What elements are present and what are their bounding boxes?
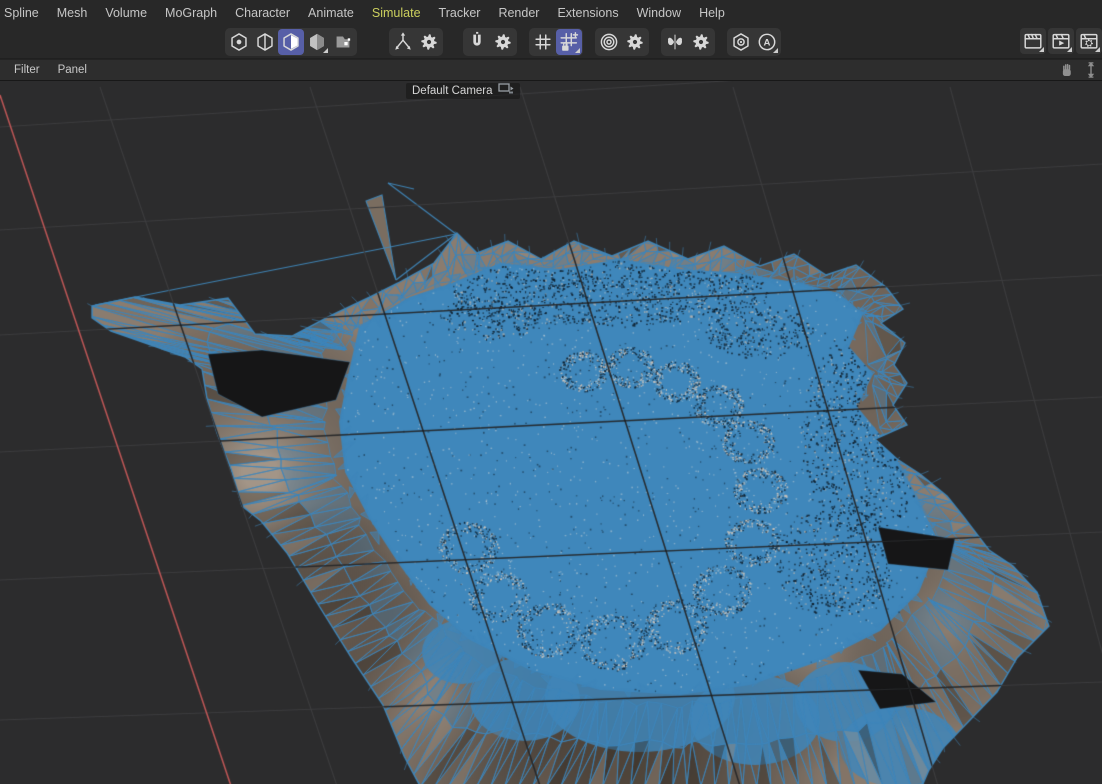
toolbar: A <box>0 26 1102 59</box>
menu-item-animate[interactable]: Animate <box>299 0 363 26</box>
toolbar-groups: A <box>225 28 781 56</box>
menu-item-mesh[interactable]: Mesh <box>48 0 97 26</box>
snap-toggle-button[interactable] <box>464 29 490 55</box>
render-picture-viewer-button[interactable] <box>1048 28 1074 54</box>
symmetry-toggle-button[interactable] <box>662 29 688 55</box>
points-mode-button[interactable] <box>226 29 252 55</box>
menu-bar: SplineMeshVolumeMoGraphCharacterAnimateS… <box>0 0 1102 26</box>
toolbar-group-coords <box>389 28 443 56</box>
gear-icon <box>418 31 440 53</box>
circles-icon <box>598 31 620 53</box>
menu-item-volume[interactable]: Volume <box>96 0 156 26</box>
render-buttons-group <box>1020 28 1102 54</box>
polygons-mode-button[interactable] <box>278 29 304 55</box>
render-settings-icon <box>1078 30 1100 52</box>
menu-item-window[interactable]: Window <box>628 0 690 26</box>
menu-item-render[interactable]: Render <box>489 0 548 26</box>
menu-item-extensions[interactable]: Extensions <box>548 0 627 26</box>
gear-icon <box>690 31 712 53</box>
falloff-rings-button[interactable] <box>596 29 622 55</box>
toolbar-group-falloff <box>595 28 649 56</box>
gear-icon <box>492 31 514 53</box>
grid-icon <box>532 31 554 53</box>
annotate-a-icon: A <box>756 31 778 53</box>
texture-axis-icon <box>332 31 354 53</box>
toolbar-group-symmetry <box>661 28 715 56</box>
viewport-nav-icons <box>1058 60 1102 80</box>
falloff-settings-button[interactable] <box>622 29 648 55</box>
edges-mode-button[interactable] <box>252 29 278 55</box>
menu-item-help[interactable]: Help <box>690 0 734 26</box>
camera-swap-icon[interactable] <box>498 82 514 100</box>
v-arrows-icon[interactable] <box>1082 61 1100 79</box>
viewport-menu-filter[interactable]: Filter <box>5 60 49 80</box>
magnet-icon <box>466 31 488 53</box>
edges-mode-icon <box>254 31 276 53</box>
toolbar-group-mode <box>225 28 357 56</box>
model-mode-button[interactable] <box>304 29 330 55</box>
symmetry-icon <box>664 31 686 53</box>
model-mode-icon <box>306 31 328 53</box>
menu-item-spline[interactable]: Spline <box>0 0 48 26</box>
menu-item-mograph[interactable]: MoGraph <box>156 0 226 26</box>
grid-lock-icon <box>558 31 580 53</box>
render-settings-button[interactable] <box>1076 28 1102 54</box>
texture-axis-mode-button[interactable] <box>330 29 356 55</box>
axis-arrows-icon <box>392 31 414 53</box>
viewport: Default Camera <box>0 81 1102 784</box>
menu-item-character[interactable]: Character <box>226 0 299 26</box>
menu-item-tracker[interactable]: Tracker <box>430 0 490 26</box>
snap-settings-button[interactable] <box>490 29 516 55</box>
polygons-mode-icon <box>280 31 302 53</box>
render-view-button[interactable] <box>1020 28 1046 54</box>
hex-eye-icon <box>730 31 752 53</box>
symmetry-settings-button[interactable] <box>688 29 714 55</box>
camera-label-text: Default Camera <box>412 85 493 97</box>
render-pv-icon <box>1050 30 1072 52</box>
svg-text:A: A <box>764 38 771 49</box>
workplane-grid-button[interactable] <box>530 29 556 55</box>
hand-icon[interactable] <box>1058 61 1076 79</box>
axis-settings-button[interactable] <box>416 29 442 55</box>
axis-modification-button[interactable] <box>390 29 416 55</box>
quantize-lock-button[interactable] <box>556 29 582 55</box>
toolbar-group-snap <box>463 28 517 56</box>
viewport-menu-panel[interactable]: Panel <box>49 60 96 80</box>
isolate-view-button[interactable] <box>728 29 754 55</box>
points-mode-icon <box>228 31 250 53</box>
camera-label[interactable]: Default Camera <box>406 83 520 99</box>
cinema4d-window: SplineMeshVolumeMoGraphCharacterAnimateS… <box>0 0 1102 784</box>
toolbar-group-quantize <box>529 28 583 56</box>
render-view-icon <box>1022 30 1044 52</box>
gear-icon <box>624 31 646 53</box>
viewport-menu-bar: FilterPanel <box>0 59 1102 81</box>
viewport-canvas[interactable] <box>0 81 1102 784</box>
menu-item-simulate[interactable]: Simulate <box>363 0 430 26</box>
annotation-button[interactable]: A <box>754 29 780 55</box>
toolbar-group-annotate: A <box>727 28 781 56</box>
